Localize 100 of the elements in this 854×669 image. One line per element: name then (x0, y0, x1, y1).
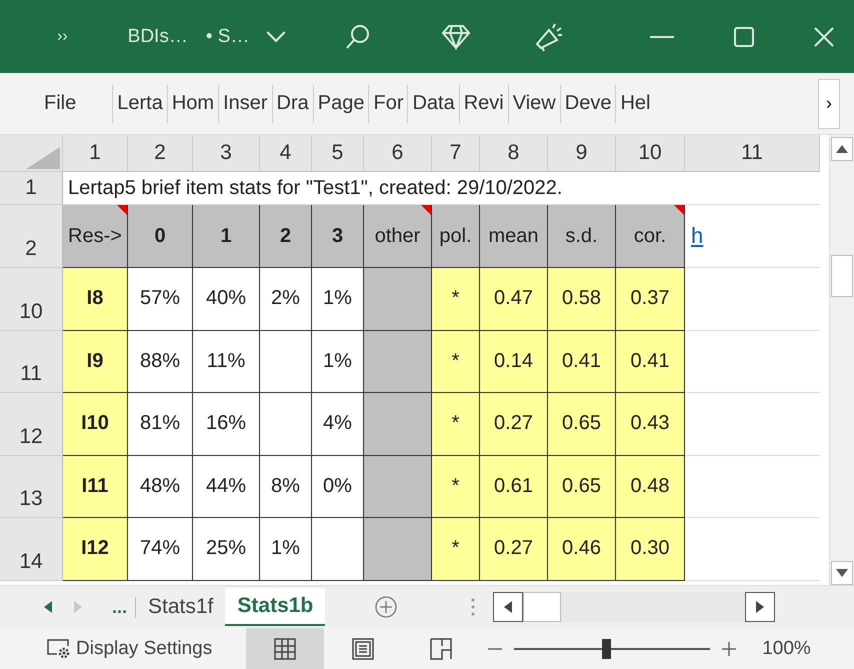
table-cell: 44% (193, 456, 260, 518)
ribbon-tab[interactable]: Page (312, 84, 368, 122)
zoom-in-icon[interactable] (722, 642, 736, 656)
zoom-level[interactable]: 100% (762, 638, 811, 660)
column-header[interactable]: 9 (548, 135, 616, 172)
ribbon-tab[interactable]: View (508, 84, 560, 122)
table-header-cell: Res-> (63, 205, 128, 268)
table-cell: 0.37 (616, 268, 685, 330)
row-header[interactable]: 10 (0, 268, 63, 330)
column-header[interactable]: 3 (193, 135, 260, 172)
chevron-down-icon[interactable] (265, 30, 288, 43)
table-header-cell: 3 (312, 205, 364, 268)
ribbon-tab[interactable]: Deve (560, 84, 616, 122)
normal-view-button[interactable] (246, 628, 324, 669)
minimize-icon[interactable] (650, 34, 674, 38)
ribbon-tab[interactable]: File (40, 84, 80, 122)
scroll-right-button[interactable] (745, 592, 776, 622)
row-header[interactable]: 14 (0, 518, 63, 580)
scroll-down-button[interactable] (831, 561, 854, 585)
diamond-icon[interactable] (441, 24, 472, 50)
close-icon[interactable] (814, 26, 834, 46)
table-header-cell: cor. (616, 205, 685, 268)
scroll-left-button[interactable] (493, 592, 524, 622)
table-header-cell: 1 (193, 205, 260, 268)
previous-sheet-icon[interactable] (44, 601, 52, 613)
table-cell: 0.30 (616, 518, 685, 580)
table-cell: * (432, 393, 480, 456)
column-header[interactable]: 1 (63, 135, 128, 172)
comment-indicator-icon (674, 205, 684, 215)
ribbon-tab[interactable]: For (368, 84, 408, 122)
table-cell: 57% (128, 268, 193, 330)
sheet-tab[interactable]: Stats1f (136, 588, 226, 626)
search-icon[interactable] (345, 24, 372, 50)
table-header-cell: pol. (432, 205, 480, 268)
column-header[interactable]: 2 (128, 135, 193, 172)
table-cell: 1% (260, 518, 312, 580)
row-header[interactable]: 11 (0, 330, 63, 393)
table-cell: 1% (312, 268, 364, 330)
table-header-cell: other (364, 205, 432, 268)
grid-icon (274, 638, 296, 660)
ribbon-tab[interactable]: Hel (615, 84, 654, 122)
table-cell: 74% (128, 518, 193, 580)
more-sheets-button[interactable]: ... (104, 596, 136, 618)
table-cell: 0.14 (480, 330, 548, 393)
ribbon-tab[interactable]: Inser (218, 84, 272, 122)
hyperlink[interactable]: h (691, 223, 704, 249)
column-header[interactable]: 5 (312, 135, 364, 172)
ribbon-tab[interactable]: Hom (166, 84, 218, 122)
maximize-icon[interactable] (734, 26, 754, 46)
column-header[interactable]: 11 (685, 135, 820, 172)
scrollbar-thumb[interactable] (523, 592, 562, 622)
table-cell: 0.27 (480, 393, 548, 456)
page-icon (352, 638, 374, 660)
column-header[interactable]: 8 (480, 135, 548, 172)
table-cell: 0.41 (616, 330, 685, 393)
right-arrow-icon (756, 601, 764, 613)
ribbon-tab[interactable]: Data (407, 84, 459, 122)
column-header[interactable]: 6 (364, 135, 432, 172)
scrollbar-thumb[interactable] (831, 255, 854, 297)
table-header-cell: 0 (128, 205, 193, 268)
table-cell: 0.43 (616, 393, 685, 456)
overflow-button[interactable]: ›› (57, 28, 68, 46)
row-header[interactable]: 13 (0, 456, 63, 518)
table-cell: 11% (193, 330, 260, 393)
table-cell: I10 (63, 393, 128, 456)
ribbon-tab[interactable]: Lerta (112, 84, 167, 122)
row-header[interactable]: 1 (0, 172, 63, 205)
row-header[interactable]: 2 (0, 205, 63, 268)
table-cell: 40% (193, 268, 260, 330)
window-title: BDIs… (128, 26, 188, 48)
display-settings-label[interactable]: Display Settings (76, 638, 212, 660)
table-cell: 0.47 (480, 268, 548, 330)
table-cell: 0.65 (548, 456, 616, 518)
splitter-handle-icon[interactable] (471, 597, 476, 617)
ribbon-scroll-button[interactable]: › (818, 78, 840, 128)
table-cell: I12 (63, 518, 128, 580)
table-cell: * (432, 456, 480, 518)
ribbon-tab[interactable]: Dra (272, 84, 313, 122)
table-cell: 48% (128, 456, 193, 518)
ribbon-tab[interactable]: Revi (458, 84, 508, 122)
table-header-cell: mean (480, 205, 548, 268)
zoom-slider[interactable] (514, 636, 710, 660)
table-cell: 16% (193, 393, 260, 456)
add-sheet-icon[interactable] (375, 596, 398, 618)
table-cell: 81% (128, 393, 193, 456)
left-arrow-icon (504, 601, 512, 613)
column-header[interactable]: 10 (616, 135, 685, 172)
sheet-tab[interactable]: Stats1b (225, 588, 326, 626)
table-cell: I11 (63, 456, 128, 518)
display-settings-icon[interactable] (46, 638, 72, 660)
column-header[interactable]: 7 (432, 135, 480, 172)
row-header[interactable]: 12 (0, 393, 63, 456)
table-cell: 4% (312, 393, 364, 456)
megaphone-icon[interactable] (533, 22, 564, 52)
table-cell: 2% (260, 268, 312, 330)
table-header-cell: 2 (260, 205, 312, 268)
table-cell: I8 (63, 268, 128, 330)
page-break-icon (430, 638, 452, 660)
column-header[interactable]: 4 (260, 135, 312, 172)
scroll-up-button[interactable] (831, 137, 854, 161)
